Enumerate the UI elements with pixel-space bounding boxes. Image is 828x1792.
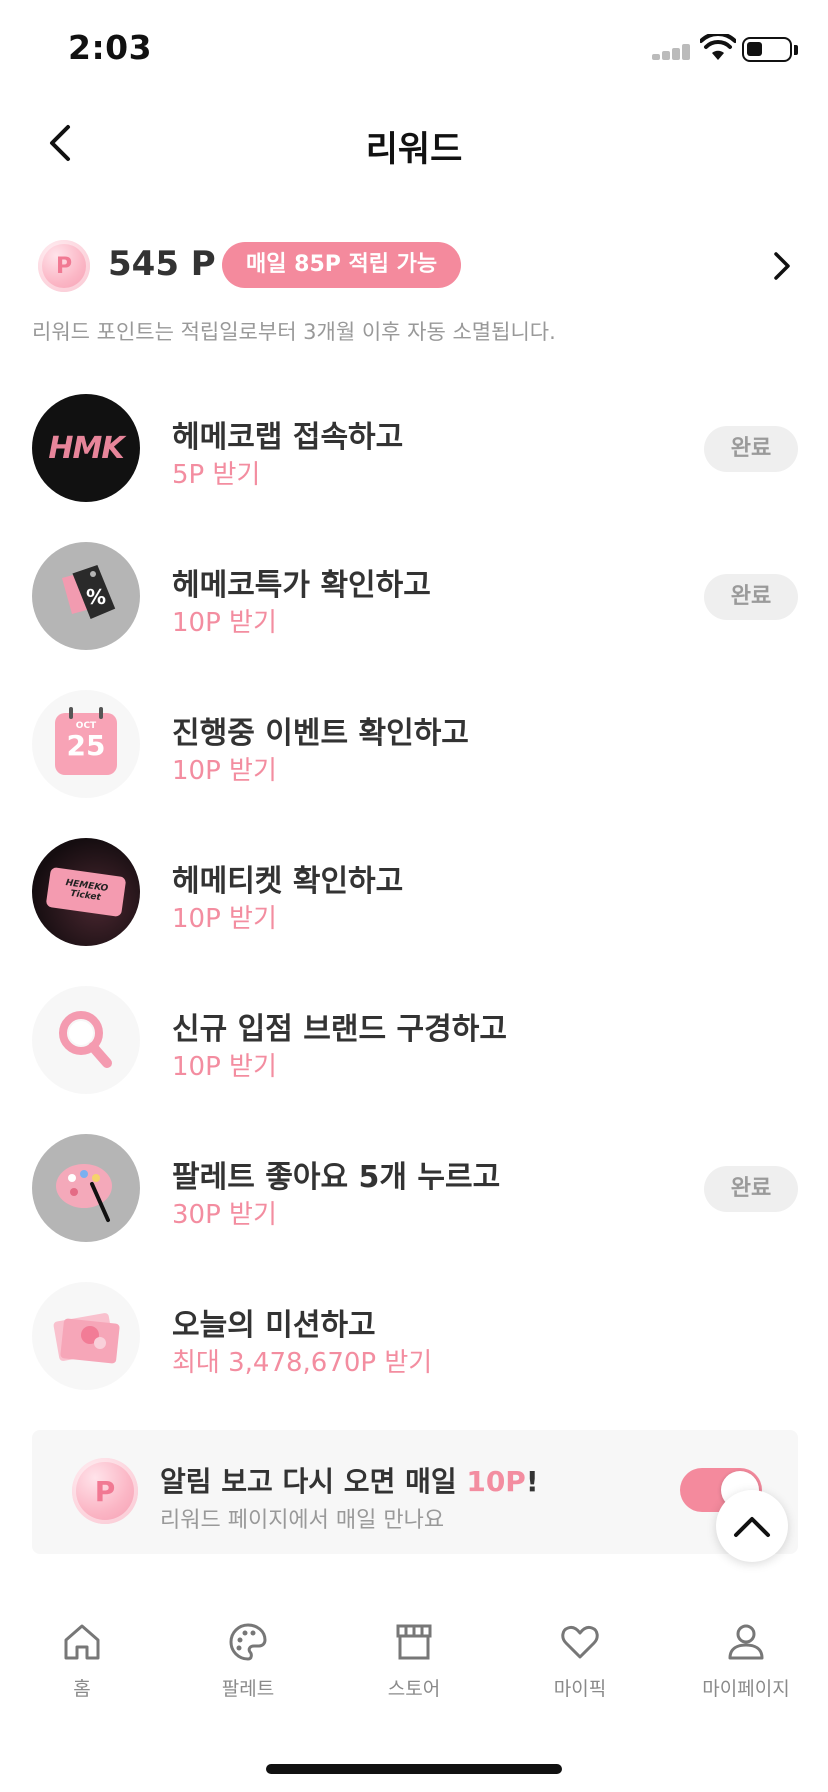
point-coin-icon: P	[38, 240, 90, 292]
palette-icon	[32, 1134, 140, 1242]
wifi-icon	[700, 34, 736, 60]
chevron-up-icon	[734, 1517, 770, 1537]
done-badge[interactable]: 완료	[704, 426, 798, 472]
notification-subtitle: 리워드 페이지에서 매일 만나요	[160, 1508, 445, 1533]
status-time: 2:03	[68, 28, 153, 67]
mission-item-events[interactable]: OCT 25 진행중 이벤트 확인하고 10P 받기	[32, 688, 798, 836]
store-icon	[396, 1624, 432, 1660]
nav-item-store[interactable]: 스토어	[349, 1620, 479, 1701]
mission-title: 진행중 이벤트 확인하고	[172, 716, 469, 751]
mission-item-today[interactable]: 오늘의 미션하고 최대 3,478,670P 받기	[32, 1280, 798, 1428]
notification-title: 알림 보고 다시 오면 매일 10P!	[160, 1465, 539, 1498]
done-badge[interactable]: 완료	[704, 1166, 798, 1212]
nav-item-mypage[interactable]: 마이페이지	[681, 1620, 811, 1701]
header: 리워드	[0, 105, 828, 185]
chevron-right-icon	[762, 246, 802, 286]
home-icon	[64, 1624, 100, 1660]
nav-item-palette[interactable]: 팔레트	[183, 1620, 313, 1701]
mission-card-icon	[32, 1282, 140, 1390]
mission-item-ticket[interactable]: HEMEKO Ticket 헤메티켓 확인하고 10P 받기	[32, 836, 798, 984]
mission-reward: 10P 받기	[172, 756, 277, 786]
points-value: 545 P	[108, 244, 216, 284]
bottom-nav: 홈 팔레트 스토어 마이픽 마이페이지	[0, 1620, 828, 1720]
mission-title: 팔레트 좋아요 5개 누르고	[172, 1160, 501, 1195]
mission-list: HMK 헤메코랩 접속하고 5P 받기 완료 % 헤메코특가 확인하고 10P …	[32, 392, 798, 1428]
mission-reward: 10P 받기	[172, 608, 277, 638]
battery-icon	[742, 37, 792, 62]
mission-title: 신규 입점 브랜드 구경하고	[172, 1012, 507, 1047]
battery-tip	[794, 45, 798, 55]
nav-item-mypick[interactable]: 마이픽	[515, 1620, 645, 1701]
mission-item-special-price[interactable]: % 헤메코특가 확인하고 10P 받기 완료	[32, 540, 798, 688]
mission-title: 헤메코특가 확인하고	[172, 568, 431, 603]
point-coin-icon: P	[72, 1458, 138, 1524]
mission-title: 헤메코랩 접속하고	[172, 420, 404, 455]
mission-title: 헤메티켓 확인하고	[172, 864, 404, 899]
cellular-signal-icon	[652, 44, 694, 60]
svg-text:%: %	[86, 585, 106, 609]
daily-points-badge: 매일 85P 적립 가능	[222, 242, 462, 288]
mission-item-new-brands[interactable]: 신규 입점 브랜드 구경하고 10P 받기	[32, 984, 798, 1132]
palette-icon	[229, 1623, 267, 1661]
mission-reward: 5P 받기	[172, 460, 261, 490]
ticket-icon: HEMEKO Ticket	[32, 838, 140, 946]
mission-item-palette-likes[interactable]: 팔레트 좋아요 5개 누르고 30P 받기 완료	[32, 1132, 798, 1280]
notification-card: P 알림 보고 다시 오면 매일 10P! 리워드 페이지에서 매일 만나요	[32, 1430, 798, 1554]
hmk-logo-icon: HMK	[32, 394, 140, 502]
home-indicator	[266, 1764, 562, 1774]
mission-title: 오늘의 미션하고	[172, 1308, 376, 1343]
page-title: 리워드	[365, 130, 463, 170]
scroll-to-top-button[interactable]	[716, 1490, 788, 1562]
points-summary[interactable]: P 545 P 매일 85P 적립 가능	[32, 238, 802, 294]
nav-item-home[interactable]: 홈	[17, 1620, 147, 1701]
done-badge[interactable]: 완료	[704, 574, 798, 620]
mission-item-visit-lab[interactable]: HMK 헤메코랩 접속하고 5P 받기 완료	[32, 392, 798, 540]
heart-icon	[561, 1625, 599, 1659]
mission-reward: 최대 3,478,670P 받기	[172, 1348, 433, 1378]
calendar-icon: OCT 25	[32, 690, 140, 798]
person-icon	[728, 1624, 764, 1660]
mission-reward: 10P 받기	[172, 1052, 277, 1082]
mission-reward: 30P 받기	[172, 1200, 277, 1230]
discount-tag-icon: %	[32, 542, 140, 650]
magnifier-icon	[32, 986, 140, 1094]
points-expiry-notice: 리워드 포인트는 적립일로부터 3개월 이후 자동 소멸됩니다.	[32, 320, 556, 344]
mission-reward: 10P 받기	[172, 904, 277, 934]
status-bar: 2:03	[0, 0, 828, 100]
